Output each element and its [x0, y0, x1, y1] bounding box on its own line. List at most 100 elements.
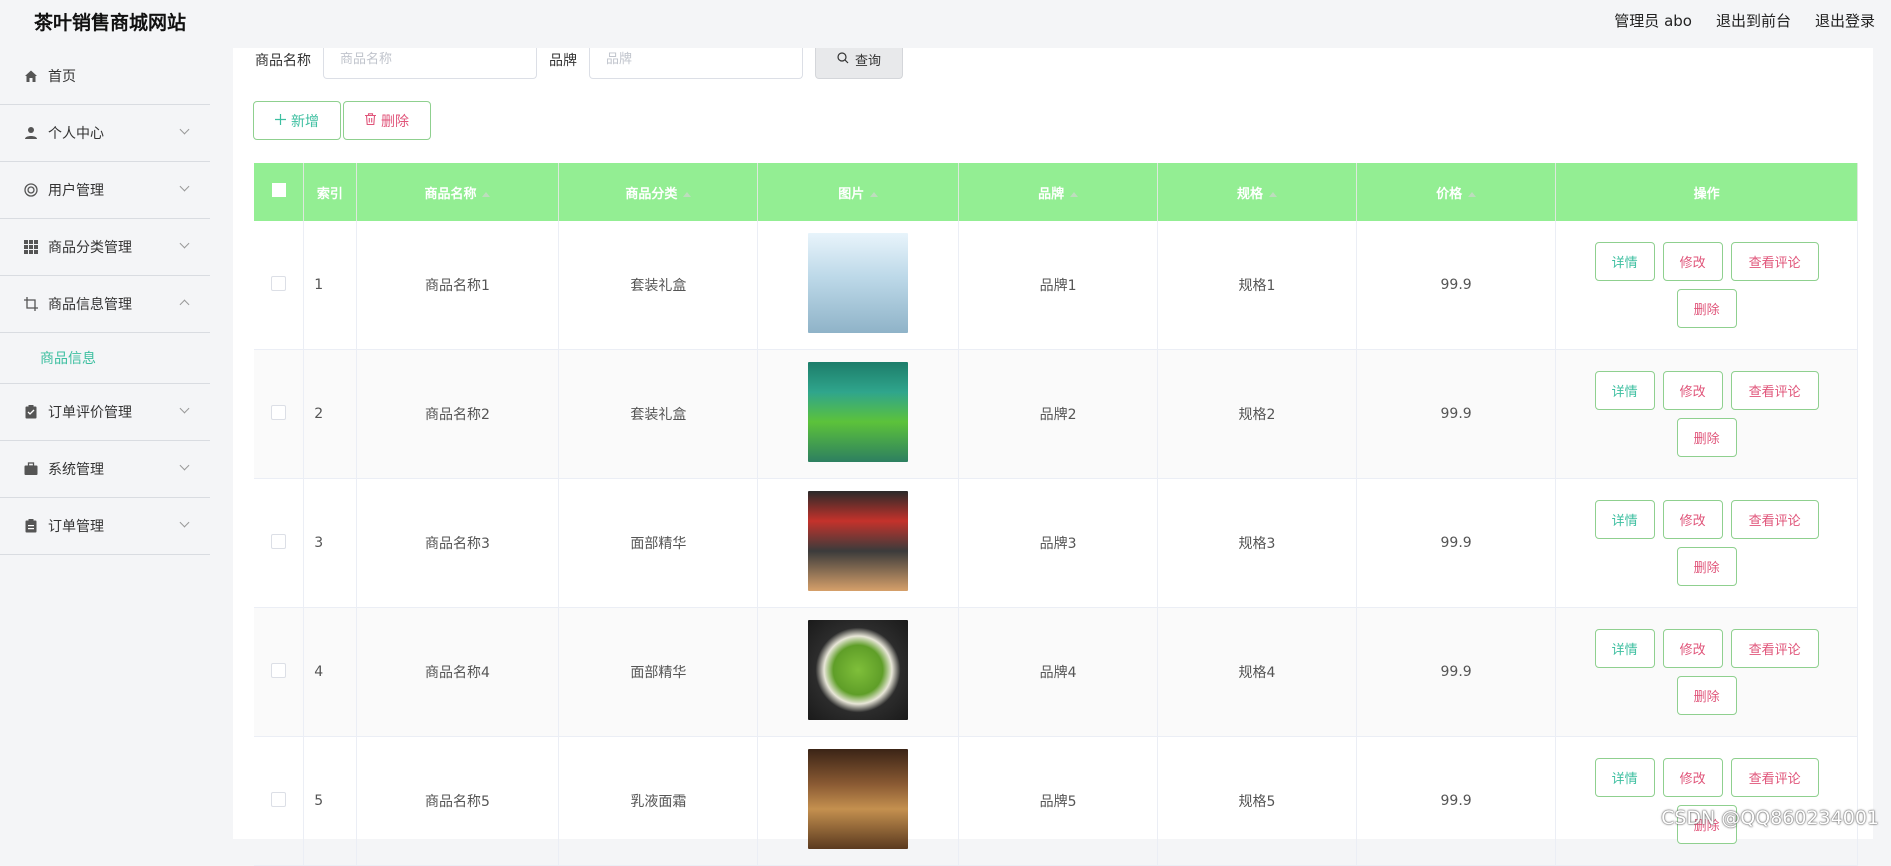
sidebar-item-category[interactable]: 商品分类管理 — [0, 219, 210, 276]
edit-button[interactable]: 修改 — [1662, 371, 1723, 410]
col-image-label: 图片 — [838, 186, 865, 202]
detail-button[interactable]: 详情 — [1594, 242, 1655, 281]
sidebar-item-users[interactable]: 用户管理 — [0, 162, 210, 219]
detail-button[interactable]: 详情 — [1594, 500, 1655, 539]
logout-link[interactable]: 退出登录 — [1815, 10, 1875, 31]
row-select-cell — [254, 607, 305, 737]
edit-button[interactable]: 修改 — [1662, 758, 1723, 797]
chevron-down-icon — [179, 181, 190, 192]
cell-price: 99.9 — [1356, 221, 1557, 350]
trash-icon — [365, 112, 376, 129]
delete-button[interactable]: 删除 — [1676, 547, 1737, 586]
select-all-checkbox[interactable] — [271, 183, 286, 197]
cell-operations: 详情 修改 查看评论 删除 — [1555, 736, 1858, 866]
plus-icon — [275, 113, 286, 129]
cell-category: 面部精华 — [558, 478, 759, 608]
view-reviews-button[interactable]: 查看评论 — [1730, 371, 1819, 410]
sidebar-item-personal[interactable]: 个人中心 — [0, 105, 210, 162]
col-price[interactable]: 价格 — [1356, 163, 1557, 221]
edit-button[interactable]: 修改 — [1662, 242, 1723, 281]
cell-brand: 品牌3 — [958, 478, 1159, 608]
row-select-cell — [254, 478, 305, 608]
chevron-down-icon — [179, 403, 190, 414]
sidebar-item-label: 首页 — [48, 69, 76, 85]
cell-spec: 规格2 — [1157, 349, 1357, 479]
table-row: 5 商品名称5 乳液面霜 品牌5 规格5 99.9 详情 修改 查看评论 删除 — [254, 736, 1858, 866]
row-checkbox[interactable] — [271, 533, 287, 549]
add-button[interactable]: 新增 — [253, 101, 341, 140]
sort-icon — [482, 191, 491, 197]
action-toolbar: 新增 删除 — [253, 101, 431, 140]
batch-delete-button[interactable]: 删除 — [343, 101, 431, 140]
brand-search-label: 品牌 — [549, 53, 577, 69]
table-header-row: 索引 商品名称 商品分类 图片 品牌 规格 价格 操作 — [254, 163, 1858, 221]
cell-spec: 规格4 — [1157, 607, 1357, 737]
edit-button[interactable]: 修改 — [1662, 500, 1723, 539]
search-icon — [837, 51, 849, 68]
table-row: 3 商品名称3 面部精华 品牌3 规格3 99.9 详情 修改 查看评论 删除 — [254, 478, 1858, 608]
cell-index: 3 — [303, 478, 357, 608]
sidebar-subitem-product-info[interactable]: 商品信息 — [0, 333, 210, 384]
row-checkbox[interactable] — [271, 662, 287, 678]
sidebar-item-product-info[interactable]: 商品信息管理 — [0, 276, 210, 333]
row-checkbox[interactable] — [271, 791, 287, 807]
row-actions: 详情 修改 查看评论 删除 — [1587, 500, 1827, 586]
cell-spec: 规格3 — [1157, 478, 1357, 608]
cell-price: 99.9 — [1356, 607, 1557, 737]
select-all-cell — [254, 163, 305, 221]
sidebar-item-orders[interactable]: 订单管理 — [0, 498, 210, 555]
grid-icon — [24, 240, 38, 254]
crop-icon — [24, 297, 38, 311]
col-name-label: 商品名称 — [424, 186, 477, 202]
cell-name: 商品名称4 — [356, 607, 560, 737]
delete-button[interactable]: 删除 — [1676, 289, 1737, 328]
col-price-label: 价格 — [1436, 186, 1463, 202]
cell-image — [757, 478, 960, 608]
sort-icon — [1269, 191, 1277, 197]
watermark: CSDN @QQ860234001 — [1661, 807, 1879, 829]
col-operations: 操作 — [1555, 163, 1858, 221]
sidebar-item-system[interactable]: 系统管理 — [0, 441, 210, 498]
clipboard-icon — [24, 405, 38, 419]
col-spec[interactable]: 规格 — [1157, 163, 1357, 221]
view-reviews-button[interactable]: 查看评论 — [1730, 758, 1819, 797]
sort-icon — [1070, 191, 1079, 197]
col-name[interactable]: 商品名称 — [356, 163, 560, 221]
cell-brand: 品牌2 — [958, 349, 1159, 479]
table-row: 2 商品名称2 套装礼盒 品牌2 规格2 99.9 详情 修改 查看评论 删除 — [254, 349, 1858, 479]
cell-operations: 详情 修改 查看评论 删除 — [1555, 478, 1858, 608]
cell-price: 99.9 — [1356, 736, 1557, 866]
delete-button[interactable]: 删除 — [1676, 418, 1737, 457]
sort-icon — [870, 191, 879, 197]
sidebar-item-label: 订单评价管理 — [48, 405, 132, 421]
sidebar-item-home[interactable]: 首页 — [0, 48, 210, 105]
admin-user-label: 管理员 abo — [1614, 12, 1692, 30]
cell-image — [757, 607, 960, 737]
col-index: 索引 — [303, 163, 357, 221]
col-image[interactable]: 图片 — [757, 163, 960, 221]
detail-button[interactable]: 详情 — [1594, 371, 1655, 410]
col-category-label: 商品分类 — [625, 186, 678, 202]
cell-index: 5 — [303, 736, 357, 866]
cell-operations: 详情 修改 查看评论 删除 — [1555, 221, 1858, 350]
sidebar-item-order-review[interactable]: 订单评价管理 — [0, 384, 210, 441]
edit-button[interactable]: 修改 — [1662, 629, 1723, 668]
view-reviews-button[interactable]: 查看评论 — [1730, 500, 1819, 539]
view-reviews-button[interactable]: 查看评论 — [1730, 242, 1819, 281]
col-category[interactable]: 商品分类 — [558, 163, 759, 221]
product-table: 索引 商品名称 商品分类 图片 品牌 规格 价格 操作 1 商品名称1 套装礼盒… — [254, 163, 1858, 866]
sidebar-item-label: 用户管理 — [48, 183, 104, 199]
row-checkbox[interactable] — [271, 275, 287, 291]
detail-button[interactable]: 详情 — [1594, 629, 1655, 668]
row-actions: 详情 修改 查看评论 删除 — [1587, 371, 1827, 457]
detail-button[interactable]: 详情 — [1594, 758, 1655, 797]
row-checkbox[interactable] — [271, 404, 287, 420]
product-thumbnail — [808, 491, 909, 591]
clipboard-icon — [24, 519, 38, 533]
exit-to-front-link[interactable]: 退出到前台 — [1716, 10, 1791, 31]
col-brand[interactable]: 品牌 — [958, 163, 1159, 221]
view-reviews-button[interactable]: 查看评论 — [1730, 629, 1819, 668]
top-bar: 茶叶销售商城网站 管理员 abo 退出到前台 退出登录 — [0, 0, 1891, 48]
add-button-label: 新增 — [291, 113, 319, 130]
delete-button[interactable]: 删除 — [1676, 676, 1737, 715]
